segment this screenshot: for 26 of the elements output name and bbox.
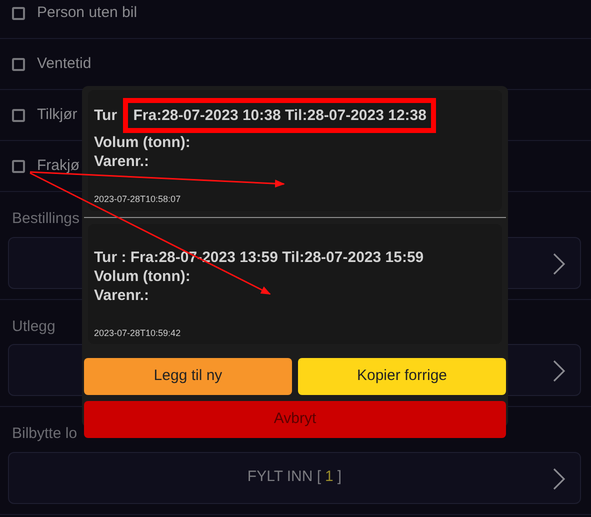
- trip-text: Tur: [94, 107, 118, 124]
- checkbox[interactable]: [12, 160, 25, 172]
- checkbox[interactable]: [12, 58, 25, 70]
- option-label: Ventetid: [37, 54, 92, 74]
- volume-label: Volum (tonn):: [94, 268, 190, 284]
- chevron-right-icon: [552, 466, 566, 490]
- chevron-right-icon: [552, 359, 566, 383]
- option-label: Frakjø: [37, 156, 80, 176]
- option-label: Tilkjør: [37, 104, 78, 125]
- section-label: Utlegg: [12, 318, 56, 334]
- item-number-label: Varenr.:: [94, 153, 150, 170]
- chevron-right-icon: [552, 252, 566, 276]
- volume-label: Volum (tonn):: [94, 134, 190, 151]
- section-label: Bilbytte lo: [12, 425, 78, 442]
- select-button[interactable]: FYLT INN [ 1 ]: [8, 452, 581, 504]
- checkbox[interactable]: [12, 6, 25, 20]
- highlighted-trip-text: Fra:28-07-2023 10:38 Til:28-07-2023 12:38: [123, 98, 436, 133]
- item-number-label: Varenr.:: [94, 286, 150, 304]
- entry-card[interactable]: Tur Fra:28-07-2023 10:38 Til:28-07-2023 12:38 Volum (tonn): Varenr.: 2023-07-28T10:58:07: [88, 90, 502, 210]
- option-label: Person uten bil: [37, 2, 138, 23]
- dialog-button[interactable]: Kopier forrige: [298, 358, 506, 395]
- checkbox[interactable]: [12, 108, 25, 122]
- timestamp: 2023-07-28T10:58:07: [94, 194, 181, 204]
- timestamp: 2023-07-28T10:59:42: [94, 328, 181, 338]
- dialog-button[interactable]: Legg til ny: [84, 358, 292, 395]
- section-label: Bestillings: [12, 210, 80, 227]
